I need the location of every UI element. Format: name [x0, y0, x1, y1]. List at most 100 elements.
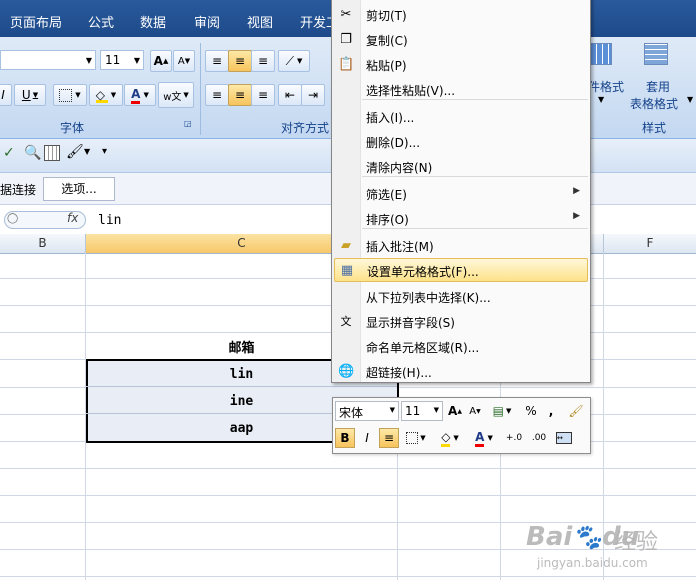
mini-font-name-select[interactable]: 宋体 ▼: [335, 401, 399, 421]
mini-format-painter-button[interactable]: 🖌: [567, 401, 585, 421]
mini-increase-decimal-button[interactable]: +.0: [503, 428, 525, 448]
spellcheck-icon[interactable]: ✓: [3, 145, 15, 161]
font-name-select[interactable]: ▼: [0, 50, 96, 70]
grid-line: [0, 576, 696, 577]
insert-function-icon[interactable]: fx: [67, 211, 78, 225]
menu-item-label: 从下拉列表中选择(K)...: [366, 291, 491, 305]
menu-item-copy[interactable]: ❐ 复制(C): [332, 28, 590, 52]
paint-bucket-icon: ◇: [441, 430, 451, 447]
tab-formulas[interactable]: 公式: [88, 12, 114, 31]
mini-bold-button[interactable]: B: [335, 428, 355, 448]
hyperlink-icon: 🌐: [338, 364, 355, 379]
column-header-f[interactable]: F: [604, 234, 696, 253]
mini-toolbar: 宋体 ▼ 11 ▼ A ▲ A ▼ ▤ ▼ % , 🖌 B I ≡ ▼ ◇ ▼ A ▼ +…: [332, 397, 591, 454]
menu-item-show-phonetic[interactable]: 文 显示拼音字段(S): [332, 310, 590, 334]
mini-grow-font-button[interactable]: A ▲: [446, 401, 464, 421]
style-group-caption: 样式: [642, 121, 667, 135]
chevron-down-icon: ▼: [389, 406, 395, 414]
menu-separator: [362, 228, 588, 229]
menu-item-cut[interactable]: ✂ 剪切(T): [332, 3, 590, 27]
align-bottom-button[interactable]: ≡: [251, 50, 275, 72]
tab-data[interactable]: 数据: [140, 12, 166, 31]
conditional-format-icon[interactable]: [590, 43, 612, 67]
format-painter-icon[interactable]: 🖌: [66, 144, 84, 160]
italic-button[interactable]: I: [0, 84, 12, 106]
context-menu: ✂ 剪切(T) ❐ 复制(C) 📋 粘贴(P) 选择性粘贴(V)... 插入(I…: [331, 0, 591, 383]
table-format-icon[interactable]: [644, 43, 668, 67]
column-header-b[interactable]: B: [0, 234, 86, 253]
increase-indent-button[interactable]: ⇥: [301, 84, 325, 106]
submenu-arrow-icon: ▶: [573, 186, 580, 196]
menu-item-hyperlink[interactable]: 🌐 超链接(H)...: [332, 360, 590, 384]
mini-border-button[interactable]: ▼: [403, 428, 429, 448]
menu-item-label: 选择性粘贴(V)...: [366, 84, 456, 98]
align-top-button[interactable]: ≡: [205, 50, 229, 72]
align-center-button[interactable]: ≡: [228, 84, 252, 106]
font-color-button[interactable]: A ▼: [124, 84, 156, 106]
watermark-site: 经验: [614, 530, 659, 555]
menu-item-paste[interactable]: 📋 粘贴(P): [332, 53, 590, 77]
menu-separator: [362, 176, 588, 177]
table-icon[interactable]: [44, 145, 60, 161]
paintbrush-icon: 🖌: [568, 404, 584, 418]
chevron-down-icon[interactable]: ▼: [84, 147, 90, 156]
mini-merge-center-button[interactable]: ↔: [553, 428, 575, 448]
tab-view[interactable]: 视图: [247, 12, 273, 31]
mini-number-format-button[interactable]: ▤ ▼: [488, 401, 516, 421]
mini-percent-button[interactable]: %: [523, 401, 539, 421]
mini-center-button[interactable]: ≡: [379, 428, 399, 448]
chevron-down-icon: ▼: [598, 95, 605, 104]
menu-item-define-name[interactable]: 命名单元格区域(R)...: [332, 335, 590, 359]
tab-page-layout[interactable]: 页面布局: [10, 12, 62, 31]
tab-review[interactable]: 审阅: [194, 12, 220, 31]
print-preview-icon[interactable]: 🔍: [24, 145, 41, 161]
conditional-format-label[interactable]: 件格式: [588, 78, 624, 95]
orientation-button[interactable]: ⟋ ▼: [278, 50, 310, 72]
comment-icon: ▰: [341, 238, 351, 253]
mini-comma-button[interactable]: ,: [543, 401, 559, 421]
formula-input[interactable]: lin: [98, 213, 121, 228]
align-middle-button[interactable]: ≡: [228, 50, 252, 72]
table-format-label-2[interactable]: 表格格式: [630, 95, 678, 112]
phonetic-button[interactable]: w文 ▼: [158, 82, 194, 108]
copy-icon: ❐: [340, 32, 352, 47]
chevron-down-icon: ▼: [433, 406, 439, 414]
align-left-button[interactable]: ≡: [205, 84, 229, 106]
menu-item-format-cells[interactable]: ▦ 设置单元格格式(F)...: [334, 258, 588, 282]
menu-item-delete[interactable]: 删除(D)...: [332, 130, 590, 154]
underline-button[interactable]: U ▼: [14, 84, 46, 106]
decrease-indent-button[interactable]: ⇤: [278, 84, 302, 106]
font-size-value: 11: [105, 53, 121, 67]
border-button[interactable]: ▼: [53, 84, 87, 106]
mini-font-size-select[interactable]: 11 ▼: [401, 401, 443, 421]
border-icon: [59, 88, 73, 102]
mini-fill-color-button[interactable]: ◇ ▼: [435, 428, 465, 448]
chevron-down-icon: ▼: [133, 55, 140, 65]
grow-font-button[interactable]: A ▲: [150, 50, 172, 72]
circle-icon: ◯: [7, 213, 19, 224]
table-format-label-1[interactable]: 套用: [646, 78, 670, 95]
font-dialog-launcher-icon[interactable]: ◲: [184, 119, 192, 128]
font-size-select[interactable]: 11 ▼: [100, 50, 144, 70]
fill-color-button[interactable]: ◇ ▼: [89, 84, 123, 106]
orientation-icon: ⟋: [285, 53, 294, 68]
align-right-button[interactable]: ≡: [251, 84, 275, 106]
mini-font-color-button[interactable]: A ▼: [469, 428, 499, 448]
options-button[interactable]: 选项...: [43, 177, 115, 201]
paw-icon: 🐾: [572, 523, 603, 551]
menu-item-label: 插入批注(M): [366, 240, 434, 254]
menu-item-insert[interactable]: 插入(I)...: [332, 105, 590, 129]
menu-item-label: 插入(I)...: [366, 111, 415, 125]
menu-item-filter[interactable]: 筛选(E) ▶: [332, 182, 590, 206]
menu-item-label: 剪切(T): [366, 9, 407, 23]
chevron-down-icon: ▼: [85, 55, 92, 65]
border-icon: [406, 432, 419, 444]
shrink-font-button[interactable]: A ▼: [173, 50, 195, 72]
customize-toolbar-icon[interactable]: ▾: [102, 146, 107, 157]
phonetic-icon: 文: [340, 315, 352, 328]
menu-item-pick-from-list[interactable]: 从下拉列表中选择(K)...: [332, 285, 590, 309]
mini-shrink-font-button[interactable]: A ▼: [466, 401, 484, 421]
menu-item-insert-comment[interactable]: ▰ 插入批注(M): [332, 234, 590, 258]
mini-decrease-decimal-button[interactable]: .00: [528, 428, 550, 448]
mini-italic-button[interactable]: I: [357, 428, 377, 448]
